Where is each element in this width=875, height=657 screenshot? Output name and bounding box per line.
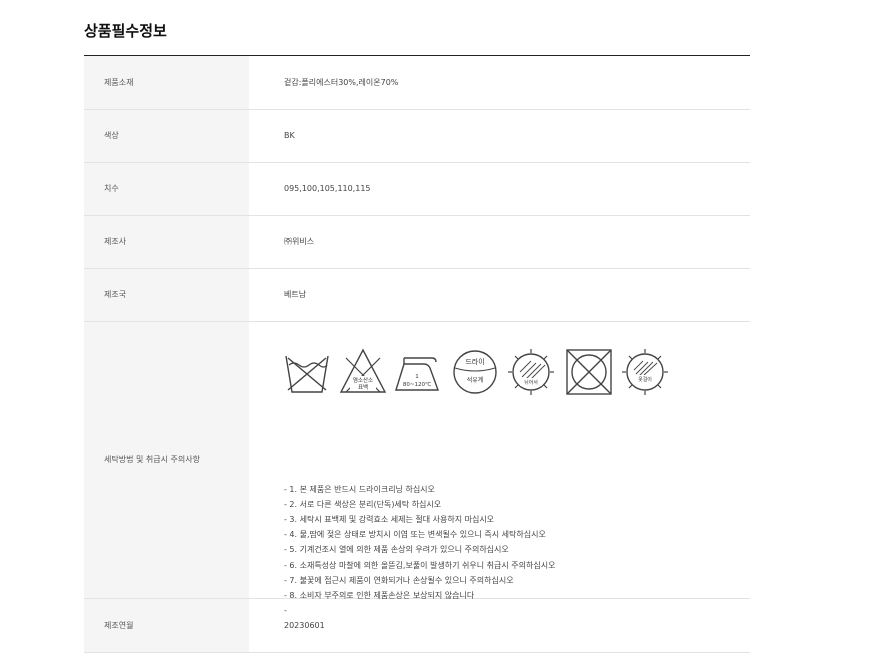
row-label: 세탁방법 및 취급시 주의사항 [84, 321, 249, 599]
care-note: - [284, 606, 287, 616]
shade-hang-icon: 옷걸이 [622, 348, 668, 395]
row-value: BK [249, 109, 750, 163]
dry-clean-icon: 드라이 석유계 [453, 349, 497, 394]
care-note: - 6. 소재특성상 마찰에 의한 올뜯김,보풀이 발생하기 쉬우니 취급시 주… [284, 560, 556, 570]
product-info-table: 제품소재 겉감:폴리에스터30%,레이온70% 색상 BK 치수 095,100… [84, 56, 750, 653]
dryclean-text-2: 석유계 [467, 376, 484, 384]
care-note: - 2. 서로 다른 색상은 분리(단독)세탁 하십시오 [284, 499, 442, 509]
table-row: 제조국 베트남 [84, 268, 750, 322]
shade-dry-icon: 뉘어서 [508, 348, 554, 395]
row-value: 겉감:폴리에스터30%,레이온70% [249, 56, 750, 110]
no-tumble-dry-icon [566, 348, 612, 395]
care-note: - 1. 본 제품은 반드시 드라이크리닝 하십시오 [284, 484, 435, 494]
shade-dry-text: 뉘어서 [524, 379, 538, 386]
row-value: 095,100,105,110,115 [249, 162, 750, 216]
care-symbols-svg: 염소산소 표백 1 80~120℃ 드라이 석유계 뉘어서 옷걸이 [285, 347, 668, 395]
care-note: - 3. 세탁시 표백제 및 강력효소 세제는 절대 사용하지 마십시오 [284, 514, 495, 524]
care-notes: - 1. 본 제품은 반드시 드라이크리닝 하십시오 - 2. 서로 다른 색상… [284, 482, 555, 619]
row-label: 제품소재 [84, 56, 249, 110]
bleach-text-2: 표백 [358, 383, 368, 391]
iron-text-1: 1 [415, 374, 419, 380]
no-bleach-icon: 염소산소 표백 [339, 347, 387, 393]
iron-text-2: 80~120℃ [403, 381, 431, 388]
row-value: ㈜위비스 [249, 215, 750, 269]
care-note: - 7. 불꽃에 접근시 제품이 연화되거나 손상될수 있으니 주의하십시오 [284, 575, 514, 585]
row-label: 치수 [84, 162, 249, 216]
no-wash-icon [285, 355, 329, 393]
page-title: 상품필수정보 [84, 22, 167, 40]
shade-hang-text: 옷걸이 [638, 376, 652, 383]
care-note: - 4. 물,땀에 젖은 상태로 방치시 이염 또는 변색될수 있으니 즉시 세… [284, 530, 546, 540]
table-row: 제조사 ㈜위비스 [84, 215, 750, 269]
row-label: 제조국 [84, 268, 249, 322]
row-label: 제조사 [84, 215, 249, 269]
care-note: - 8. 소비자 부주의로 인한 제품손상은 보상되지 않습니다 [284, 590, 475, 600]
care-note: - 5. 기계건조시 열에 의한 제품 손상의 우려가 있으니 주의하십시오 [284, 545, 509, 555]
table-row: 치수 095,100,105,110,115 [84, 162, 750, 216]
table-row: 제품소재 겉감:폴리에스터30%,레이온70% [84, 56, 750, 110]
bleach-text-1: 염소산소 [353, 376, 373, 384]
table-row: 색상 BK [84, 109, 750, 163]
care-row: 세탁방법 및 취급시 주의사항 염소산소 표백 1 80~120℃ 드라이 석유… [84, 321, 750, 615]
care-symbols: 염소산소 표백 1 80~120℃ 드라이 석유계 뉘어서 옷걸이 [284, 346, 704, 398]
care-value: 염소산소 표백 1 80~120℃ 드라이 석유계 뉘어서 옷걸이 - 1. 본… [249, 321, 750, 615]
dryclean-text-1: 드라이 [465, 357, 484, 366]
iron-icon: 1 80~120℃ [395, 356, 439, 391]
row-label: 색상 [84, 109, 249, 163]
row-value: 베트남 [249, 268, 750, 322]
row-label: 제조연월 [84, 598, 249, 653]
